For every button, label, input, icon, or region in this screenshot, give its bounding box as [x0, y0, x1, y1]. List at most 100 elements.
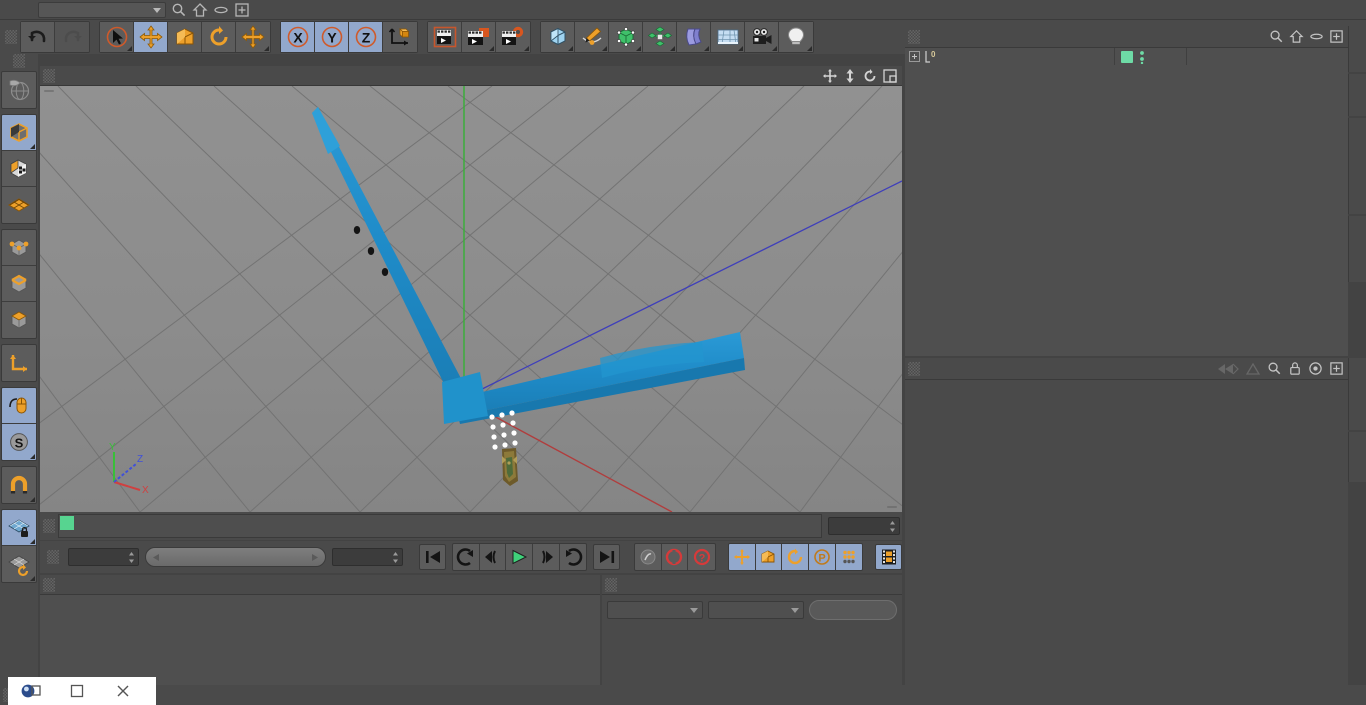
axis-y-icon[interactable]: Y: [315, 22, 349, 52]
rotation-key-icon[interactable]: [782, 544, 809, 570]
redo-button[interactable]: [55, 22, 89, 52]
ellipse-icon[interactable]: [213, 2, 229, 18]
attribute-history-back-icon[interactable]: [1217, 362, 1239, 376]
close-button[interactable]: [100, 677, 146, 705]
layout-dropdown[interactable]: [38, 1, 166, 18]
search-icon[interactable]: [1269, 29, 1284, 44]
point-mode-icon[interactable]: [2, 230, 36, 266]
object-tree[interactable]: 0: [905, 48, 1348, 356]
edge-mode-icon[interactable]: [2, 266, 36, 302]
search-icon[interactable]: [171, 2, 187, 18]
goto-start-icon[interactable]: [419, 544, 446, 570]
deformer-bend-icon[interactable]: [677, 22, 711, 52]
material-list[interactable]: [40, 595, 600, 685]
ellipse-icon[interactable]: [1309, 29, 1324, 44]
goto-end-icon[interactable]: [593, 544, 620, 570]
time-range-slider[interactable]: [144, 547, 327, 567]
material-gripper[interactable]: [43, 577, 55, 592]
attribute-history-forward-icon[interactable]: [1245, 362, 1261, 376]
render-view-icon[interactable]: [428, 22, 462, 52]
mograph-array-icon[interactable]: [643, 22, 677, 52]
record-keyframe-icon[interactable]: [634, 544, 662, 570]
home-icon[interactable]: [192, 2, 208, 18]
next-frame-icon[interactable]: [532, 544, 560, 570]
new-layout-icon[interactable]: [234, 2, 250, 18]
timeline-gripper[interactable]: [43, 519, 55, 533]
transform-mode-dropdown[interactable]: [708, 601, 804, 619]
undo-button[interactable]: [21, 22, 55, 52]
polygon-mode-icon[interactable]: [2, 302, 36, 338]
live-selection-icon[interactable]: [100, 22, 134, 52]
tab-layers[interactable]: [1348, 432, 1366, 482]
range-start-arrow-icon[interactable]: [152, 553, 161, 562]
scale-tool-icon[interactable]: [168, 22, 202, 52]
current-frame-field[interactable]: [68, 548, 139, 566]
object-row[interactable]: 0: [905, 48, 1348, 65]
prev-frame-icon[interactable]: [479, 544, 507, 570]
viewport-move-icon[interactable]: [822, 68, 838, 84]
world-globe-icon[interactable]: [2, 72, 36, 108]
end-frame-field[interactable]: [332, 548, 404, 566]
axis-modify-icon[interactable]: [2, 345, 36, 381]
play-icon[interactable]: [506, 544, 533, 570]
next-keyframe-icon[interactable]: [559, 544, 587, 570]
workplane-lock-icon[interactable]: [2, 510, 36, 546]
tab-content-browser[interactable]: [1348, 118, 1366, 214]
search-icon[interactable]: [1267, 361, 1282, 376]
light-icon[interactable]: [779, 22, 813, 52]
cube-primitive-icon[interactable]: [541, 22, 575, 52]
new-tab-icon[interactable]: [1329, 361, 1344, 376]
expand-icon[interactable]: [909, 51, 920, 62]
new-layer-icon[interactable]: [1329, 29, 1344, 44]
move-tool-icon[interactable]: [134, 22, 168, 52]
soft-selection-icon[interactable]: S: [2, 424, 36, 460]
tab-takes[interactable]: [1348, 74, 1366, 116]
coordinates-gripper[interactable]: [605, 577, 617, 592]
render-settings-icon[interactable]: [496, 22, 530, 52]
move-alt-tool-icon[interactable]: [236, 22, 270, 52]
timeline-toggle-icon[interactable]: [875, 544, 902, 570]
tab-attributes[interactable]: [1348, 358, 1366, 430]
workplane-icon[interactable]: [2, 187, 36, 223]
viewport-zoom-icon[interactable]: [842, 68, 858, 84]
viewport-rotate-icon[interactable]: [862, 68, 878, 84]
timeline-playhead[interactable]: [60, 516, 74, 530]
range-end-arrow-icon[interactable]: [310, 553, 319, 562]
timeline-frame-field[interactable]: [828, 517, 900, 535]
model-mode-icon[interactable]: [2, 115, 36, 151]
coord-system-dropdown[interactable]: [607, 601, 703, 619]
scene-floor-icon[interactable]: [711, 22, 745, 52]
autokey-icon[interactable]: [661, 544, 689, 570]
toolbar-gripper[interactable]: [5, 30, 17, 44]
snap-magnet-icon[interactable]: [2, 467, 36, 503]
target-icon[interactable]: [1308, 361, 1323, 376]
viewport-maximize-icon[interactable]: [882, 68, 898, 84]
scale-key-icon[interactable]: [755, 544, 783, 570]
attribute-gripper[interactable]: [908, 361, 920, 376]
axis-x-icon[interactable]: X: [281, 22, 315, 52]
tab-objects[interactable]: [1348, 26, 1366, 72]
spinner-icon[interactable]: [392, 551, 399, 564]
point-level-anim-icon[interactable]: [835, 544, 863, 570]
prev-keyframe-icon[interactable]: [452, 544, 480, 570]
lock-icon[interactable]: [1288, 361, 1302, 376]
rotate-tool-icon[interactable]: [202, 22, 236, 52]
axis-z-icon[interactable]: Z: [349, 22, 383, 52]
spinner-icon[interactable]: [128, 551, 135, 564]
apply-button[interactable]: [809, 600, 897, 620]
generator-icon[interactable]: [609, 22, 643, 52]
animbar-gripper[interactable]: [47, 550, 59, 564]
keyframe-selection-icon[interactable]: ?: [688, 544, 715, 570]
enable-axis-icon[interactable]: [2, 388, 36, 424]
workplane-rotate-icon[interactable]: [2, 546, 36, 582]
left-toolbar-gripper[interactable]: [13, 54, 25, 68]
spline-pen-icon[interactable]: [575, 22, 609, 52]
world-object-axis-icon[interactable]: [383, 22, 417, 52]
home-icon[interactable]: [1289, 29, 1304, 44]
viewport-canvas[interactable]: Y X Z: [40, 86, 902, 512]
material-tag-icon[interactable]: [1121, 51, 1133, 63]
spinner-icon[interactable]: [889, 520, 896, 533]
param-key-icon[interactable]: P: [808, 544, 836, 570]
position-key-icon[interactable]: [728, 544, 756, 570]
texture-mode-icon[interactable]: [2, 151, 36, 187]
